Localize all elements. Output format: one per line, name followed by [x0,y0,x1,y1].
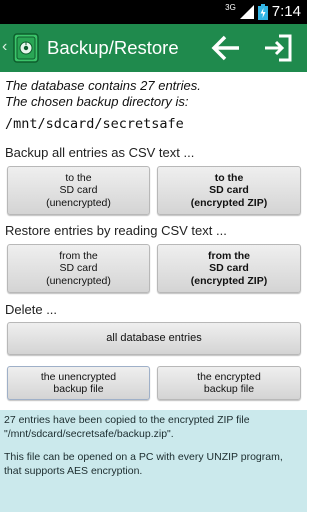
arrow-left-icon [211,35,239,61]
signal-icon [239,5,254,19]
restore-unencrypted-button[interactable]: from the SD card (unencrypted) [7,244,150,293]
app-title: Backup/Restore [47,37,179,58]
entries-count-text: The database contains 27 entries. [5,78,201,93]
battery-icon [257,4,268,20]
result-message-panel: 27 entries have been copied to the encry… [0,410,307,512]
clock: 7:14 [271,3,301,20]
backup-heading: Backup all entries as CSV text ... [5,145,195,160]
database-info: The database contains 27 entries. The ch… [5,78,305,110]
exit-button[interactable] [260,30,296,66]
delete-encrypted-file-button[interactable]: the encrypted backup file [157,366,301,400]
network-type: 3G [225,3,236,12]
backup-encrypted-button[interactable]: to the SD card (encrypted ZIP) [157,166,301,215]
action-bar: ‹ Backup/Restore [0,24,307,72]
result-message-unzip: This file can be opened on a PC with eve… [4,451,283,477]
delete-all-entries-button[interactable]: all database entries [7,322,301,355]
back-button[interactable] [208,30,244,66]
delete-unencrypted-file-button[interactable]: the unencrypted backup file [7,366,150,400]
backup-directory-path: /mnt/sdcard/secretsafe [5,116,184,132]
exit-icon [265,34,292,62]
backup-directory-label: The chosen backup directory is: [5,94,189,109]
result-message-copied: 27 entries have been copied to the encry… [4,414,250,440]
status-icons: 3G 7:14 [225,3,301,21]
safe-icon[interactable] [12,32,40,64]
delete-heading: Delete ... [5,302,58,317]
restore-encrypted-button[interactable]: from the SD card (encrypted ZIP) [157,244,301,293]
up-caret-icon[interactable]: ‹ [2,38,7,56]
status-bar: 3G 7:14 [0,0,307,24]
restore-heading: Restore entries by reading CSV text ... [5,223,227,238]
backup-unencrypted-button[interactable]: to the SD card (unencrypted) [7,166,150,215]
